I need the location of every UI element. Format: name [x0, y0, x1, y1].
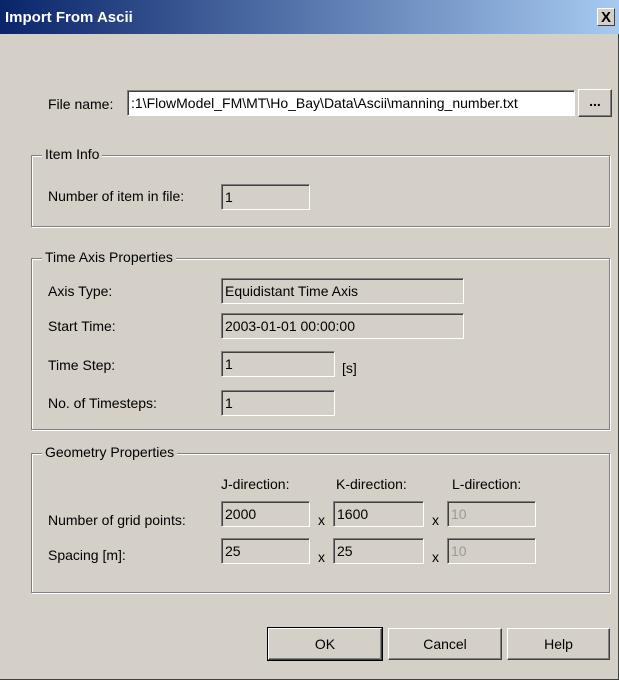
- item-count-label: Number of item in file:: [48, 188, 185, 204]
- title-bar[interactable]: Import From Ascii X: [0, 0, 619, 34]
- spacing-l-field: 10: [447, 538, 536, 564]
- grid-points-label: Number of grid points:: [48, 512, 186, 528]
- k-direction-header: K-direction:: [336, 476, 407, 492]
- grid-j-field: 2000: [221, 501, 310, 527]
- axis-type-field: Equidistant Time Axis: [221, 278, 464, 304]
- time-step-field: 1: [221, 351, 335, 377]
- file-name-input[interactable]: :1\FlowModel_FM\MT\Ho_Bay\Data\Ascii\man…: [127, 90, 575, 116]
- times-sign: x: [318, 549, 325, 565]
- timesteps-label: No. of Timesteps:: [48, 395, 157, 411]
- times-sign: x: [432, 549, 439, 565]
- cancel-button[interactable]: Cancel: [388, 628, 502, 660]
- window-title: Import From Ascii: [5, 9, 133, 26]
- spacing-label: Spacing [m]:: [48, 547, 126, 563]
- l-direction-header: L-direction:: [452, 476, 522, 492]
- start-time-label: Start Time:: [48, 318, 116, 334]
- times-sign: x: [432, 512, 439, 528]
- geometry-legend: Geometry Properties: [42, 444, 178, 460]
- import-dialog: Import From Ascii X File name: :1\FlowMo…: [0, 0, 619, 680]
- item-info-legend: Item Info: [42, 146, 103, 162]
- time-step-unit: [s]: [342, 360, 357, 376]
- j-direction-header: J-direction:: [221, 476, 290, 492]
- ok-button[interactable]: OK: [267, 627, 383, 661]
- time-step-label: Time Step:: [48, 357, 116, 373]
- help-button[interactable]: Help: [507, 628, 610, 660]
- file-name-label: File name:: [48, 96, 114, 112]
- close-icon: X: [600, 9, 611, 26]
- spacing-k-field: 25: [333, 538, 424, 564]
- close-button[interactable]: X: [597, 8, 615, 26]
- spacing-j-field: 25: [221, 538, 310, 564]
- axis-type-label: Axis Type:: [48, 283, 113, 299]
- grid-k-field: 1600: [333, 501, 424, 527]
- grid-l-field: 10: [447, 501, 536, 527]
- item-count-field: 1: [221, 184, 310, 210]
- times-sign: x: [318, 512, 325, 528]
- start-time-field: 2003-01-01 00:00:00: [221, 313, 464, 339]
- timesteps-field: 1: [221, 390, 335, 416]
- browse-button[interactable]: ...: [578, 89, 612, 117]
- time-axis-legend: Time Axis Properties: [42, 249, 176, 265]
